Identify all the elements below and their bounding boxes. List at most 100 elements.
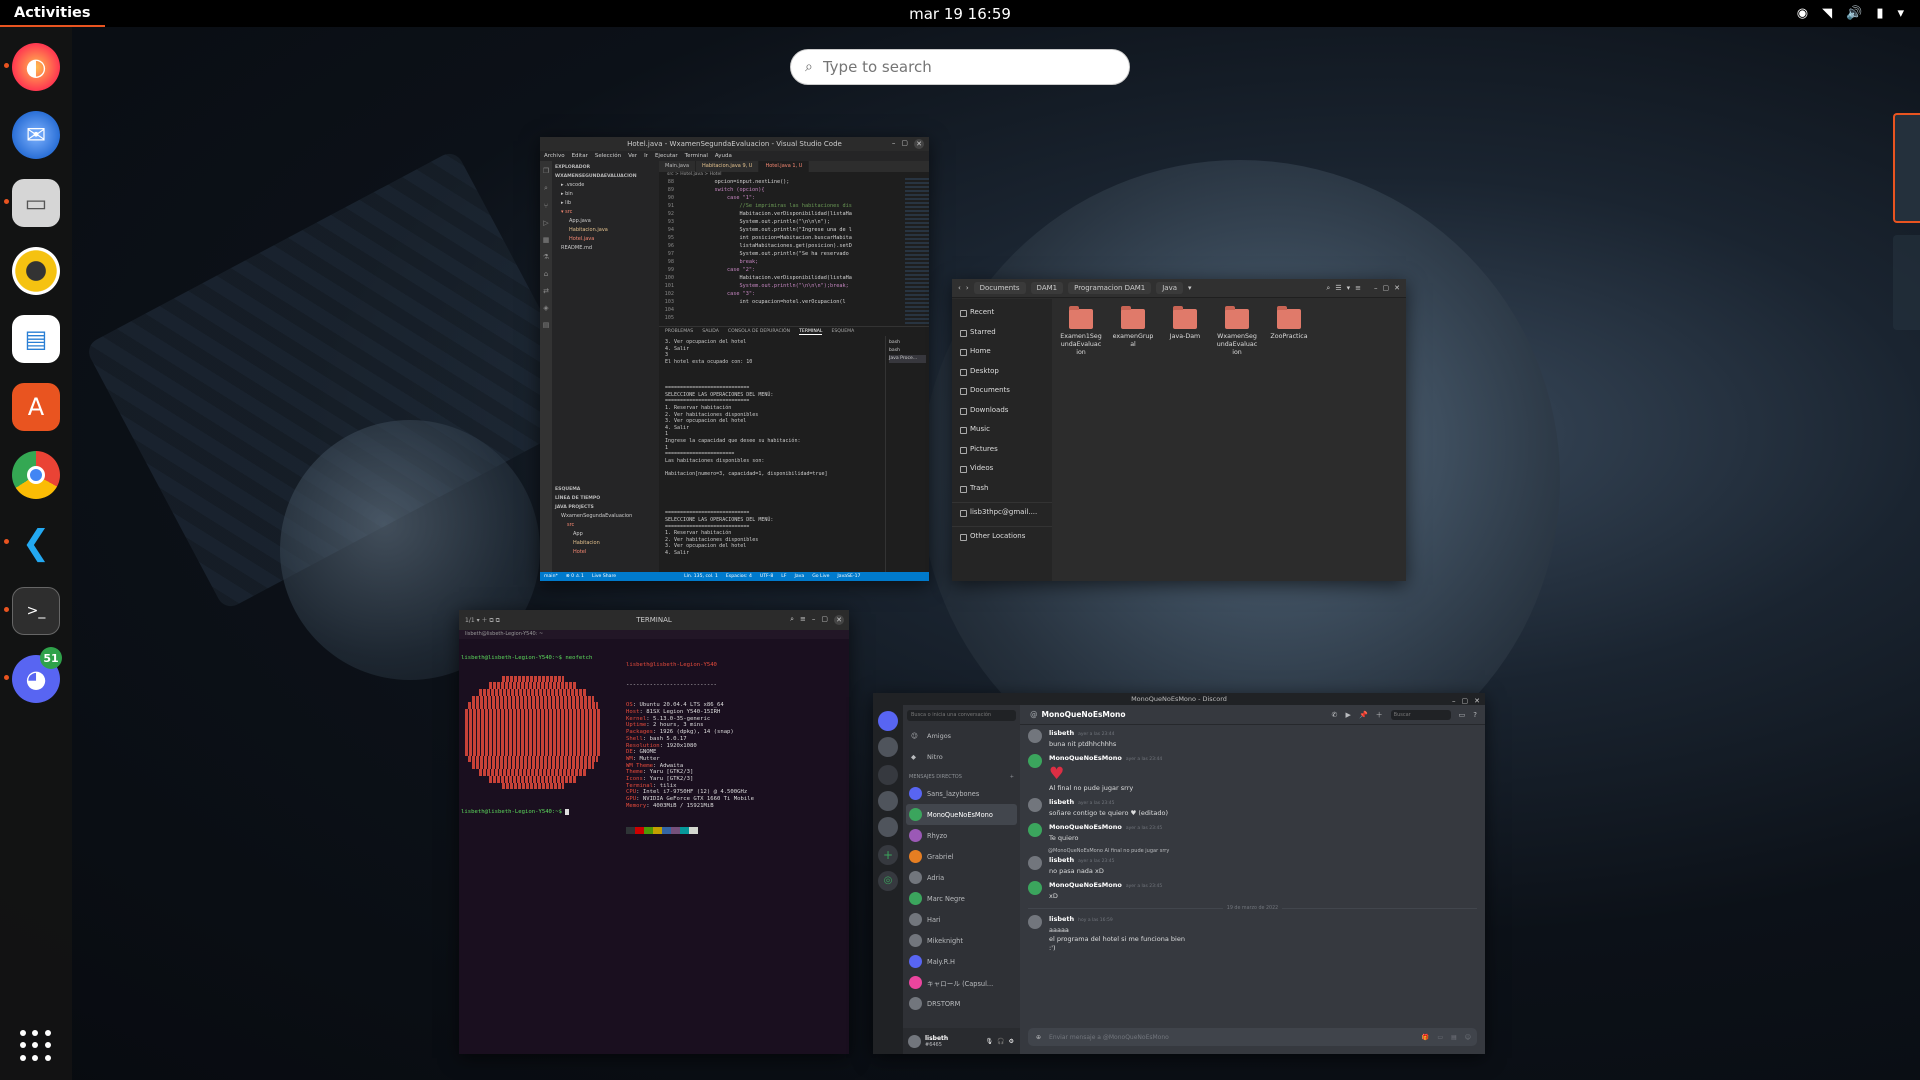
minimap[interactable]	[905, 178, 929, 326]
dm-item[interactable]: DRSTORM	[903, 993, 1020, 1014]
add-server-icon[interactable]: +	[878, 845, 898, 865]
menu-item[interactable]: Ayuda	[715, 153, 732, 159]
search-input[interactable]	[822, 58, 1093, 76]
tree-item[interactable]: App.java	[555, 217, 656, 226]
java-tree-item[interactable]: Hotel	[555, 548, 656, 557]
help-icon[interactable]: ?	[1473, 711, 1477, 719]
terminal-session-controls[interactable]: 1/1 ▾ ＋ ⧉ ⧉	[465, 615, 500, 625]
microphone-icon[interactable]: 🎙	[986, 1038, 994, 1045]
sidebar-item-videos[interactable]: Videos	[952, 459, 1052, 479]
avatar[interactable]	[1028, 729, 1042, 743]
code-line[interactable]: System.out.println("\n\n\n");	[677, 218, 905, 226]
panel-tab-problems[interactable]: PROBLEMAS	[665, 329, 693, 334]
menu-item[interactable]: Selección	[595, 153, 621, 159]
live-share-icon[interactable]: ⇄	[543, 287, 549, 295]
headphones-icon[interactable]: 🎧	[997, 1038, 1004, 1045]
close-icon[interactable]: ✕	[834, 615, 844, 625]
code-line[interactable]: Habitacion.verDisponibilidad(listaHa	[677, 210, 905, 218]
code-line[interactable]: int ocupacion=hotel.verOcupacion(l	[677, 298, 905, 306]
code-line[interactable]: int posicion=Habitacion.buscarHabita	[677, 234, 905, 242]
call-icon[interactable]: ✆	[1332, 711, 1338, 719]
folder-item[interactable]: Examen1SegundaEvaluacion	[1060, 306, 1102, 357]
server-folder-icon[interactable]	[878, 791, 898, 811]
terminal-tab[interactable]: lisbeth@lisbeth-Legion-Y540: ~	[459, 630, 849, 639]
vscode-window[interactable]: Hotel.java - WxamenSegundaEvaluacion - V…	[540, 137, 929, 581]
java-tree-item[interactable]: Habitacion	[555, 539, 656, 548]
chrome-icon[interactable]	[12, 451, 60, 499]
explorer-icon[interactable]: ❐	[543, 167, 549, 175]
close-icon[interactable]: ✕	[1394, 284, 1400, 292]
vscode-icon[interactable]: ❮	[12, 519, 60, 567]
search-icon[interactable]: ⌕	[790, 615, 794, 625]
wifi-icon[interactable]: ◥	[1822, 6, 1832, 21]
explore-servers-icon[interactable]: ◎	[878, 871, 898, 891]
system-tray[interactable]: ◉ ◥ 🔊 ▮ ▾	[1797, 0, 1904, 27]
avatar[interactable]	[1028, 798, 1042, 813]
folder-item[interactable]: examenGrupal	[1112, 306, 1154, 357]
attach-icon[interactable]: ⊕	[1036, 1034, 1041, 1041]
terminal-list-item[interactable]: bash	[889, 347, 926, 355]
sidebar-item-music[interactable]: Music	[952, 420, 1052, 440]
chat-search-input[interactable]: Buscar	[1390, 709, 1451, 720]
close-icon[interactable]: ✕	[914, 139, 924, 149]
source-control-icon[interactable]: ⑂	[544, 202, 548, 210]
code-line[interactable]: //Se imprimiras las habitaciones dis	[677, 202, 905, 210]
message-author[interactable]: lisbeth	[1049, 798, 1074, 806]
project-name[interactable]: WXAMENSEGUNDAEVALUACION	[555, 172, 656, 181]
tree-item[interactable]: README.md	[555, 244, 656, 253]
code-line[interactable]: switch (opcion){	[677, 186, 905, 194]
java-tree-item[interactable]: src	[555, 521, 656, 530]
menu-icon[interactable]: ≡	[1355, 284, 1361, 292]
panel-tab-outline[interactable]: ESQUEMA	[831, 329, 854, 334]
breadcrumb-java[interactable]: Java	[1156, 282, 1184, 294]
breadcrumb-dam1[interactable]: DAM1	[1030, 282, 1064, 294]
status-java-version[interactable]: JavaSE-17	[837, 574, 860, 579]
maximize-icon[interactable]: ▢	[821, 615, 828, 625]
sidebar-item-google-account[interactable]: lisb3thpc@gmail....	[952, 502, 1052, 522]
show-applications-icon[interactable]	[20, 1030, 52, 1062]
java-projects-section[interactable]: JAVA PROJECTS	[555, 503, 656, 512]
thunderbird-icon[interactable]: ✉	[12, 111, 60, 159]
docker-icon[interactable]: ◈	[543, 304, 548, 312]
dm-item[interactable]: Sans_lazybones	[903, 783, 1020, 804]
run-debug-icon[interactable]: ▷	[543, 219, 548, 227]
dm-item[interactable]: MonoQueNoEsMono	[906, 804, 1017, 825]
forward-icon[interactable]: ›	[966, 284, 969, 292]
sidebar-item-pictures[interactable]: Pictures	[952, 440, 1052, 460]
code-line[interactable]: case "3":	[677, 290, 905, 298]
code-line[interactable]: case "1":	[677, 194, 905, 202]
discord-home-icon[interactable]	[878, 711, 898, 731]
panel-tab-output[interactable]: SALIDA	[702, 329, 719, 334]
message-author[interactable]: lisbeth	[1049, 729, 1074, 737]
nav-friends[interactable]: ☺ Amigos	[903, 726, 1020, 747]
menu-item[interactable]: Archivo	[544, 153, 565, 159]
terminal-icon[interactable]: >_	[12, 587, 60, 635]
overview-search[interactable]: ⌕	[790, 49, 1130, 85]
workspace-thumbnail-1[interactable]	[1893, 113, 1920, 223]
status-live-share[interactable]: Live Share	[592, 574, 616, 579]
files-window[interactable]: ‹ › Documents DAM1 Programacion DAM1 Jav…	[952, 279, 1406, 581]
code-line[interactable]: System.out.println("\n\n\n");break;	[677, 282, 905, 290]
code-line[interactable]: Habitacion.verDisponibilidad(listaHa	[677, 274, 905, 282]
dm-item[interactable]: キャロール (Capsul...	[903, 972, 1020, 993]
gif-icon[interactable]: ▭	[1437, 1034, 1443, 1041]
activities-button[interactable]: Activities	[0, 0, 105, 27]
minimize-icon[interactable]: –	[892, 139, 896, 149]
nav-nitro[interactable]: ◆ Nitro	[903, 747, 1020, 768]
vscode-titlebar[interactable]: Hotel.java - WxamenSegundaEvaluacion - V…	[540, 137, 929, 151]
code-line[interactable]: listaHabitaciones.get(posicion).setD	[677, 242, 905, 250]
avatar[interactable]	[1028, 915, 1042, 930]
dm-item[interactable]: Mikeknight	[903, 930, 1020, 951]
app-center-icon[interactable]: A	[12, 383, 60, 431]
folder-item[interactable]: ZooPractica	[1268, 306, 1310, 357]
java-tree-item[interactable]: WxamenSegundaEvaluacion	[555, 512, 656, 521]
reply-preview[interactable]: @MonoQueNoEsMono Al final no pude jugar …	[1028, 847, 1477, 856]
folder-item[interactable]: Java-Dam	[1164, 306, 1206, 357]
video-call-icon[interactable]: ▶	[1346, 711, 1351, 719]
tree-item[interactable]: ▸ lib	[555, 199, 656, 208]
sidebar-item-trash[interactable]: Trash	[952, 479, 1052, 499]
sidebar-item-downloads[interactable]: Downloads	[952, 401, 1052, 421]
gift-icon[interactable]: 🎁	[1422, 1034, 1429, 1041]
status-go-live[interactable]: Go Live	[812, 574, 829, 579]
sticker-icon[interactable]: ▤	[1451, 1034, 1457, 1041]
